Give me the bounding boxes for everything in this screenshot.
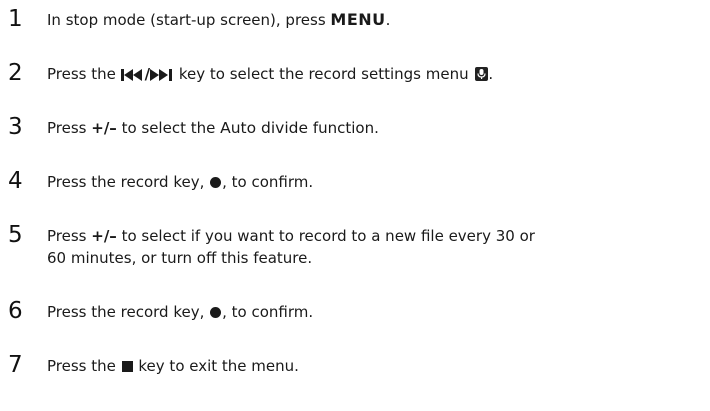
step-number: 6	[8, 298, 23, 324]
skip-back-icon	[120, 65, 145, 87]
step-number: 7	[8, 352, 23, 378]
step-text: Press the record key, , to confirm.	[47, 173, 314, 191]
microphone-menu-icon	[475, 67, 489, 81]
step-text: In stop mode (start-up screen), press ME…	[47, 10, 391, 29]
record-dot-icon	[210, 307, 222, 318]
step-number: 5	[8, 222, 23, 248]
stop-square-icon	[121, 361, 133, 372]
step-number: 2	[8, 60, 23, 86]
skip-forward-icon	[150, 65, 174, 87]
menu-key-label: MENU	[330, 10, 386, 29]
step-number: 3	[8, 114, 23, 140]
plus-minus-key: +/–	[91, 119, 117, 137]
step-text: Press the record key, , to confirm.	[47, 303, 314, 321]
step-text: Press +/– to select the Auto divide func…	[47, 119, 379, 137]
step-text: Press the / key to select the record set…	[47, 63, 687, 87]
step-text: Press +/– to select if you want to recor…	[47, 227, 535, 267]
step-number: 1	[8, 6, 23, 32]
function-name: Auto divide	[220, 119, 309, 137]
plus-minus-key: +/–	[91, 227, 117, 245]
record-dot-icon	[210, 177, 222, 188]
step-text: Press the key to exit the menu.	[47, 357, 299, 375]
step-number: 4	[8, 168, 23, 194]
instruction-steps: 1 In stop mode (start-up screen), press …	[0, 0, 710, 411]
